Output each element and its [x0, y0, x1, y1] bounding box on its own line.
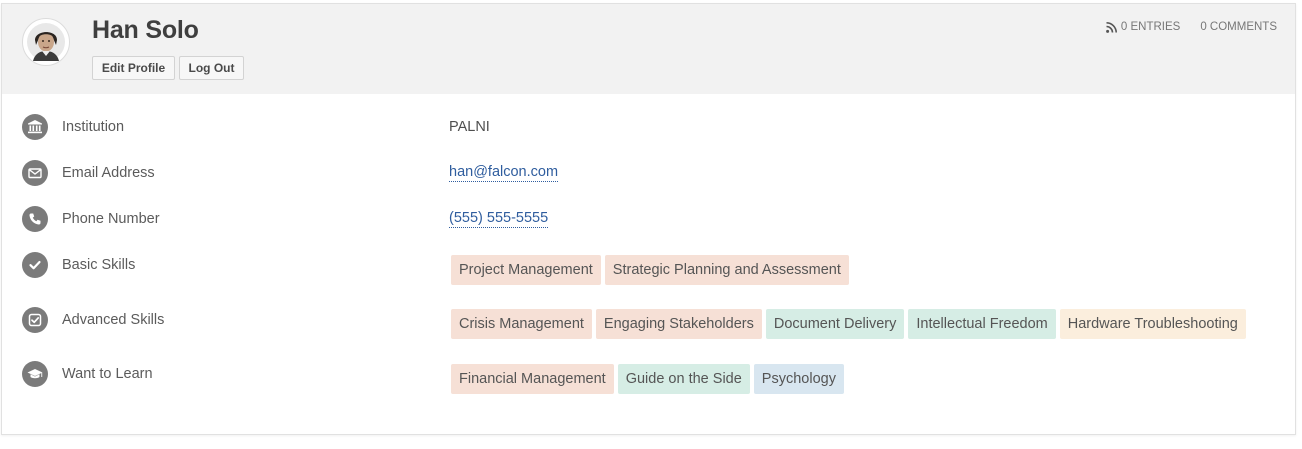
comments-count: 0 Comments	[1200, 21, 1277, 33]
avatar[interactable]	[22, 18, 70, 66]
entries-link[interactable]: 0 Entries	[1105, 21, 1181, 33]
profile-card: Han Solo Edit Profile Log Out 0 Entries …	[1, 3, 1296, 435]
skill-tag[interactable]: Project Management	[451, 255, 601, 285]
basic-skills-tags: Project Management Strategic Planning and…	[451, 255, 853, 285]
skill-tag[interactable]: Financial Management	[451, 364, 614, 394]
envelope-icon	[22, 160, 48, 186]
log-out-button[interactable]: Log Out	[179, 56, 244, 80]
advanced-skills-tags: Crisis Management Engaging Stakeholders Do…	[451, 309, 1250, 339]
want-to-learn-label: Want to Learn	[62, 366, 153, 382]
profile-stats: 0 Entries 0 Comments	[1105, 21, 1277, 33]
phone-link[interactable]: (555) 555-5555	[449, 210, 549, 228]
profile-header: Han Solo Edit Profile Log Out 0 Entries …	[2, 4, 1295, 94]
email-link[interactable]: han@falcon.com	[449, 164, 559, 182]
advanced-skills-label: Advanced Skills	[62, 312, 165, 328]
institution-value: PALNI	[449, 119, 490, 135]
skill-tag[interactable]: Strategic Planning and Assessment	[604, 255, 849, 285]
skill-tag[interactable]: Engaging Stakeholders	[595, 309, 762, 339]
skill-tag[interactable]: Psychology	[753, 364, 844, 394]
institution-label: Institution	[62, 119, 125, 135]
edit-profile-button[interactable]: Edit Profile	[92, 56, 175, 80]
institution-icon	[22, 114, 48, 140]
check-square-icon	[22, 307, 48, 333]
rss-icon	[1105, 21, 1117, 33]
phone-icon	[22, 206, 48, 232]
skill-tag[interactable]: Document Delivery	[765, 309, 905, 339]
basic-skills-label: Basic Skills	[62, 257, 136, 273]
skill-tag[interactable]: Intellectual Freedom	[908, 309, 1056, 339]
entries-count: 0 Entries	[1120, 21, 1181, 33]
check-circle-icon	[22, 252, 48, 278]
graduation-cap-icon	[22, 361, 48, 387]
person-avatar-icon	[27, 23, 65, 61]
comments-link[interactable]: 0 Comments	[1200, 21, 1277, 33]
skill-tag[interactable]: Hardware Troubleshooting	[1059, 309, 1246, 339]
skill-tag[interactable]: Crisis Management	[451, 309, 592, 339]
want-to-learn-tags: Financial Management Guide on the Side Psy…	[451, 364, 848, 394]
email-label: Email Address	[62, 165, 155, 181]
skill-tag[interactable]: Guide on the Side	[617, 364, 750, 394]
phone-label: Phone Number	[62, 211, 160, 227]
profile-name: Han Solo	[92, 16, 199, 44]
